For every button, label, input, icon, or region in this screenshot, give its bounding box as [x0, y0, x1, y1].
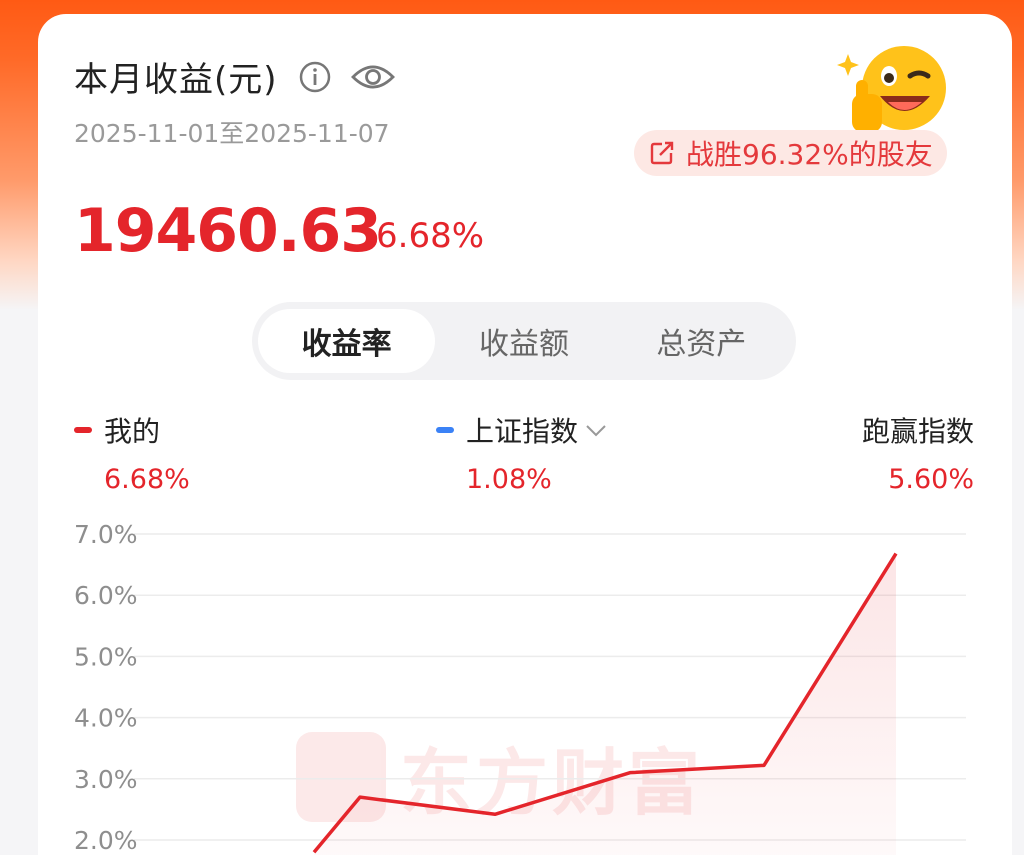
legend-index[interactable]: 上证指数 1.08%: [436, 410, 608, 495]
y-tick-label: 2.0%: [74, 826, 138, 855]
tab-yield-amount[interactable]: 收益额: [435, 309, 612, 373]
thumbs-up-emoji-icon: [837, 46, 946, 132]
y-tick-label: 3.0%: [74, 765, 138, 794]
info-icon[interactable]: [298, 60, 332, 94]
chevron-down-icon[interactable]: [584, 422, 608, 438]
y-tick-label: 4.0%: [74, 704, 138, 733]
earnings-rate: 6.68%: [376, 216, 485, 256]
legend-outperform-value: 5.60%: [888, 464, 974, 495]
eye-icon[interactable]: [350, 60, 396, 94]
tab-total-assets[interactable]: 总资产: [613, 309, 790, 373]
legend-index-label: 上证指数: [466, 415, 579, 448]
legend-index-value: 1.08%: [466, 464, 552, 495]
share-icon: [650, 141, 674, 165]
beat-peers-badge[interactable]: 战胜96.32%的股友: [634, 130, 947, 176]
legend-outperform-label: 跑赢指数: [861, 415, 974, 448]
legend-index-swatch: [436, 427, 454, 433]
y-tick-label: 7.0%: [74, 520, 138, 549]
y-tick-label: 5.0%: [74, 642, 138, 671]
date-range: 2025-11-01至2025-11-07: [74, 119, 390, 148]
beat-peers-text: 战胜96.32%的股友: [686, 138, 933, 171]
legend-mine: 我的 6.68%: [74, 410, 190, 495]
legend-mine-swatch: [74, 427, 92, 433]
total-earnings-amount: 19460.63: [74, 196, 382, 266]
legend-mine-label: 我的: [104, 415, 161, 448]
earnings-card: 本月收益(元) 2025-11-01至2025-11-07 战胜96.32%的股…: [38, 14, 1012, 855]
tab-yield-rate[interactable]: 收益率: [258, 309, 436, 373]
title-row: 本月收益(元): [74, 52, 396, 101]
series-area-mine: [314, 553, 896, 855]
y-tick-label: 6.0%: [74, 581, 138, 610]
legend-mine-value: 6.68%: [104, 464, 190, 495]
metric-tabs: 收益率 收益额 总资产: [252, 302, 796, 380]
page-title: 本月收益(元): [74, 60, 278, 100]
yield-chart: 7.0% 6.0% 5.0% 4.0% 3.0% 2.0%: [74, 520, 966, 855]
legend-outperform: 跑赢指数 5.60%: [862, 410, 974, 495]
